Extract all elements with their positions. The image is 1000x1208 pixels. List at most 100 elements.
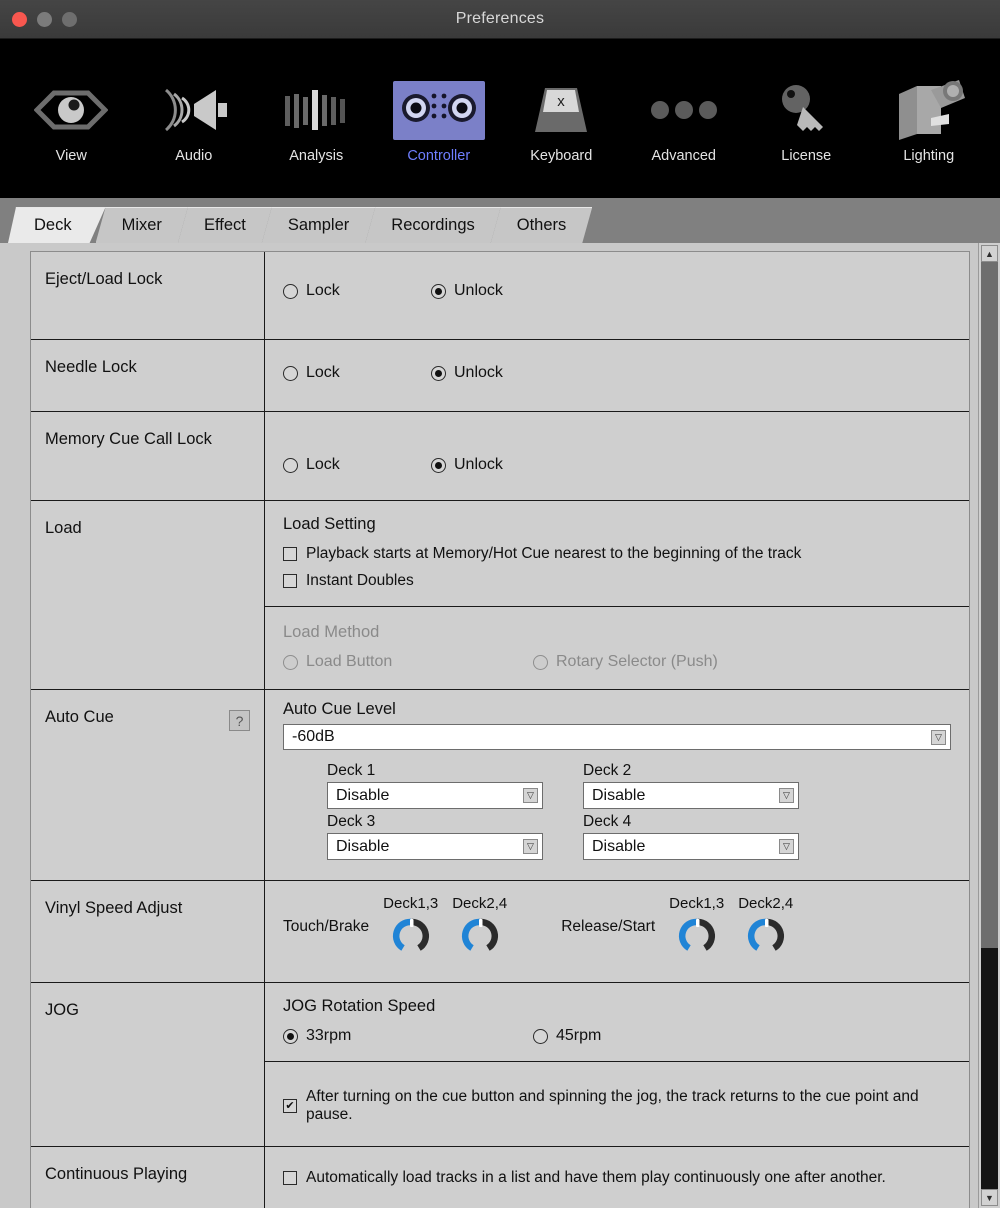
radio-jog-33rpm[interactable]: 33rpm xyxy=(283,1027,533,1045)
knob-dial-icon xyxy=(392,918,429,951)
minimize-button[interactable] xyxy=(37,12,52,27)
deck-1-select[interactable]: Disable ▽ xyxy=(327,782,543,809)
radio-needle-lock[interactable]: Lock xyxy=(283,364,431,382)
vinyl-speed-controls: Touch/Brake Deck1,3 Deck2,4 Release/Star… xyxy=(265,881,969,970)
vinyl-group-label: Touch/Brake xyxy=(283,918,370,935)
row-label-text: Auto Cue xyxy=(45,708,114,726)
row-label-load: Load xyxy=(31,501,265,689)
auto-cue-deck-1: Deck 1 Disable ▽ xyxy=(327,762,583,809)
checkbox-label: Automatically load tracks in a list and … xyxy=(306,1169,886,1186)
tab-others[interactable]: Others xyxy=(491,207,593,243)
deck-2-select[interactable]: Disable ▽ xyxy=(583,782,799,809)
deck-3-select[interactable]: Disable ▽ xyxy=(327,833,543,860)
table-row: Auto Cue ? Auto Cue Level -60dB ▽ Deck 1 xyxy=(31,690,969,881)
radio-label: Lock xyxy=(306,364,340,381)
table-row: Continuous Playing Automatically load tr… xyxy=(31,1147,969,1208)
row-body: JOG Rotation Speed 33rpm 45rpm ✔ After t… xyxy=(265,983,969,1146)
radio-label: 33rpm xyxy=(306,1027,352,1044)
maximize-button[interactable] xyxy=(62,12,77,27)
radio-label: 45rpm xyxy=(556,1027,602,1044)
toolbar-item-lighting[interactable]: Lighting xyxy=(874,39,984,164)
radio-label: Unlock xyxy=(454,282,503,299)
knob-release-start-deck24[interactable]: Deck2,4 xyxy=(738,895,793,956)
radio-label: Rotary Selector (Push) xyxy=(556,653,718,670)
vinyl-group-touch-brake: Touch/Brake Deck1,3 Deck2,4 xyxy=(283,895,507,956)
waveform-icon xyxy=(283,81,349,139)
row-label-memory-cue-call-lock: Memory Cue Call Lock xyxy=(31,412,265,500)
radio-memory-cue-unlock[interactable]: Unlock xyxy=(431,456,503,474)
toolbar-item-view[interactable]: View xyxy=(16,39,126,164)
knob-dial-icon xyxy=(678,918,715,951)
row-label-jog: JOG xyxy=(31,983,265,1146)
jog-rotation-title: JOG Rotation Speed xyxy=(283,997,436,1015)
deck-label: Deck 2 xyxy=(583,762,632,779)
select-value: Disable xyxy=(336,837,390,855)
tab-label: Effect xyxy=(203,216,246,234)
toolbar-item-advanced[interactable]: Advanced xyxy=(629,39,739,164)
radio-load-button[interactable]: Load Button xyxy=(283,653,533,671)
row-body: Touch/Brake Deck1,3 Deck2,4 Release/Star… xyxy=(265,881,969,982)
deck-label: Deck 1 xyxy=(327,762,376,779)
toolbar-item-audio[interactable]: Audio xyxy=(139,39,249,164)
tab-label: Mixer xyxy=(121,216,162,234)
preferences-content: Eject/Load Lock Lock Unlock Needle Lock … xyxy=(0,243,1000,1208)
deck-label: Deck 3 xyxy=(327,813,376,830)
auto-cue-level-title: Auto Cue Level xyxy=(283,700,396,718)
toolbar-item-license[interactable]: License xyxy=(751,39,861,164)
radio-label: Lock xyxy=(306,282,340,299)
keycap-icon: x xyxy=(531,81,591,139)
radio-indicator xyxy=(283,654,298,670)
scroll-up-button[interactable]: ▲ xyxy=(981,245,998,262)
checkbox-cue-return-on-jog[interactable]: After turning on the cue button and spin… xyxy=(283,1088,951,1124)
scrollbar-thumb[interactable] xyxy=(981,262,998,948)
tab-sampler[interactable]: Sampler xyxy=(262,207,375,243)
vertical-scrollbar[interactable]: ▲ ▼ xyxy=(978,243,1000,1208)
svg-text:x: x xyxy=(558,93,566,110)
knob-touch-brake-deck13[interactable]: Deck1,3 xyxy=(383,895,438,956)
row-label-auto-cue: Auto Cue ? xyxy=(31,690,265,880)
radio-memory-cue-lock[interactable]: Lock xyxy=(283,456,431,474)
knob-label: Deck1,3 xyxy=(383,895,439,912)
row-label-continuous-playing: Continuous Playing xyxy=(31,1147,265,1208)
auto-cue-level-select[interactable]: -60dB ▽ xyxy=(283,724,951,750)
toolbar-item-controller[interactable]: Controller xyxy=(384,39,494,164)
radio-jog-45rpm[interactable]: 45rpm xyxy=(533,1027,601,1045)
toolbar-label: Keyboard xyxy=(530,148,593,164)
radio-eject-lock[interactable]: Lock xyxy=(283,282,431,300)
auto-cue-group: Auto Cue Level -60dB ▽ Deck 1 Disable ▽ xyxy=(265,690,969,880)
checkbox-label: Playback starts at Memory/Hot Cue neares… xyxy=(306,545,802,562)
radio-label: Unlock xyxy=(454,456,503,473)
checkbox-playback-starts-at-cue[interactable]: Playback starts at Memory/Hot Cue neares… xyxy=(283,545,951,563)
window-controls xyxy=(12,12,77,27)
scroll-down-button[interactable]: ▼ xyxy=(981,1189,998,1206)
radio-eject-unlock[interactable]: Unlock xyxy=(431,282,503,300)
checkbox-instant-doubles[interactable]: Instant Doubles xyxy=(283,572,951,590)
radio-needle-unlock[interactable]: Unlock xyxy=(431,364,503,382)
chevron-down-icon: ▽ xyxy=(523,788,538,803)
row-label-vinyl-speed-adjust: Vinyl Speed Adjust xyxy=(31,881,265,982)
knob-release-start-deck13[interactable]: Deck1,3 xyxy=(669,895,724,956)
deck-4-select[interactable]: Disable ▽ xyxy=(583,833,799,860)
tab-deck[interactable]: Deck xyxy=(8,207,106,243)
toolbar-item-keyboard[interactable]: x Keyboard xyxy=(506,39,616,164)
toolbar-label: Controller xyxy=(407,148,471,164)
knob-dial-icon xyxy=(461,918,498,951)
checkbox-auto-load-tracks[interactable]: Automatically load tracks in a list and … xyxy=(283,1169,951,1187)
help-icon[interactable]: ? xyxy=(229,710,250,731)
speaker-icon xyxy=(158,81,230,139)
radio-rotary-selector[interactable]: Rotary Selector (Push) xyxy=(533,653,718,671)
tab-recordings[interactable]: Recordings xyxy=(365,207,500,243)
radio-indicator xyxy=(431,365,446,381)
checkbox-indicator xyxy=(283,574,297,588)
scrollbar-track[interactable] xyxy=(981,262,998,1189)
knob-touch-brake-deck24[interactable]: Deck2,4 xyxy=(452,895,507,956)
tab-effect[interactable]: Effect xyxy=(178,207,272,243)
auto-cue-deck-grid: Deck 1 Disable ▽ Deck 2 Disable ▽ Deck 3… xyxy=(283,762,951,864)
toolbar-item-analysis[interactable]: Analysis xyxy=(261,39,371,164)
close-button[interactable] xyxy=(12,12,27,27)
load-setting-title: Load Setting xyxy=(283,515,376,533)
radio-indicator xyxy=(431,457,446,473)
toolbar-label: Audio xyxy=(175,148,213,164)
tab-mixer[interactable]: Mixer xyxy=(96,207,188,243)
checkbox-indicator xyxy=(283,547,297,561)
